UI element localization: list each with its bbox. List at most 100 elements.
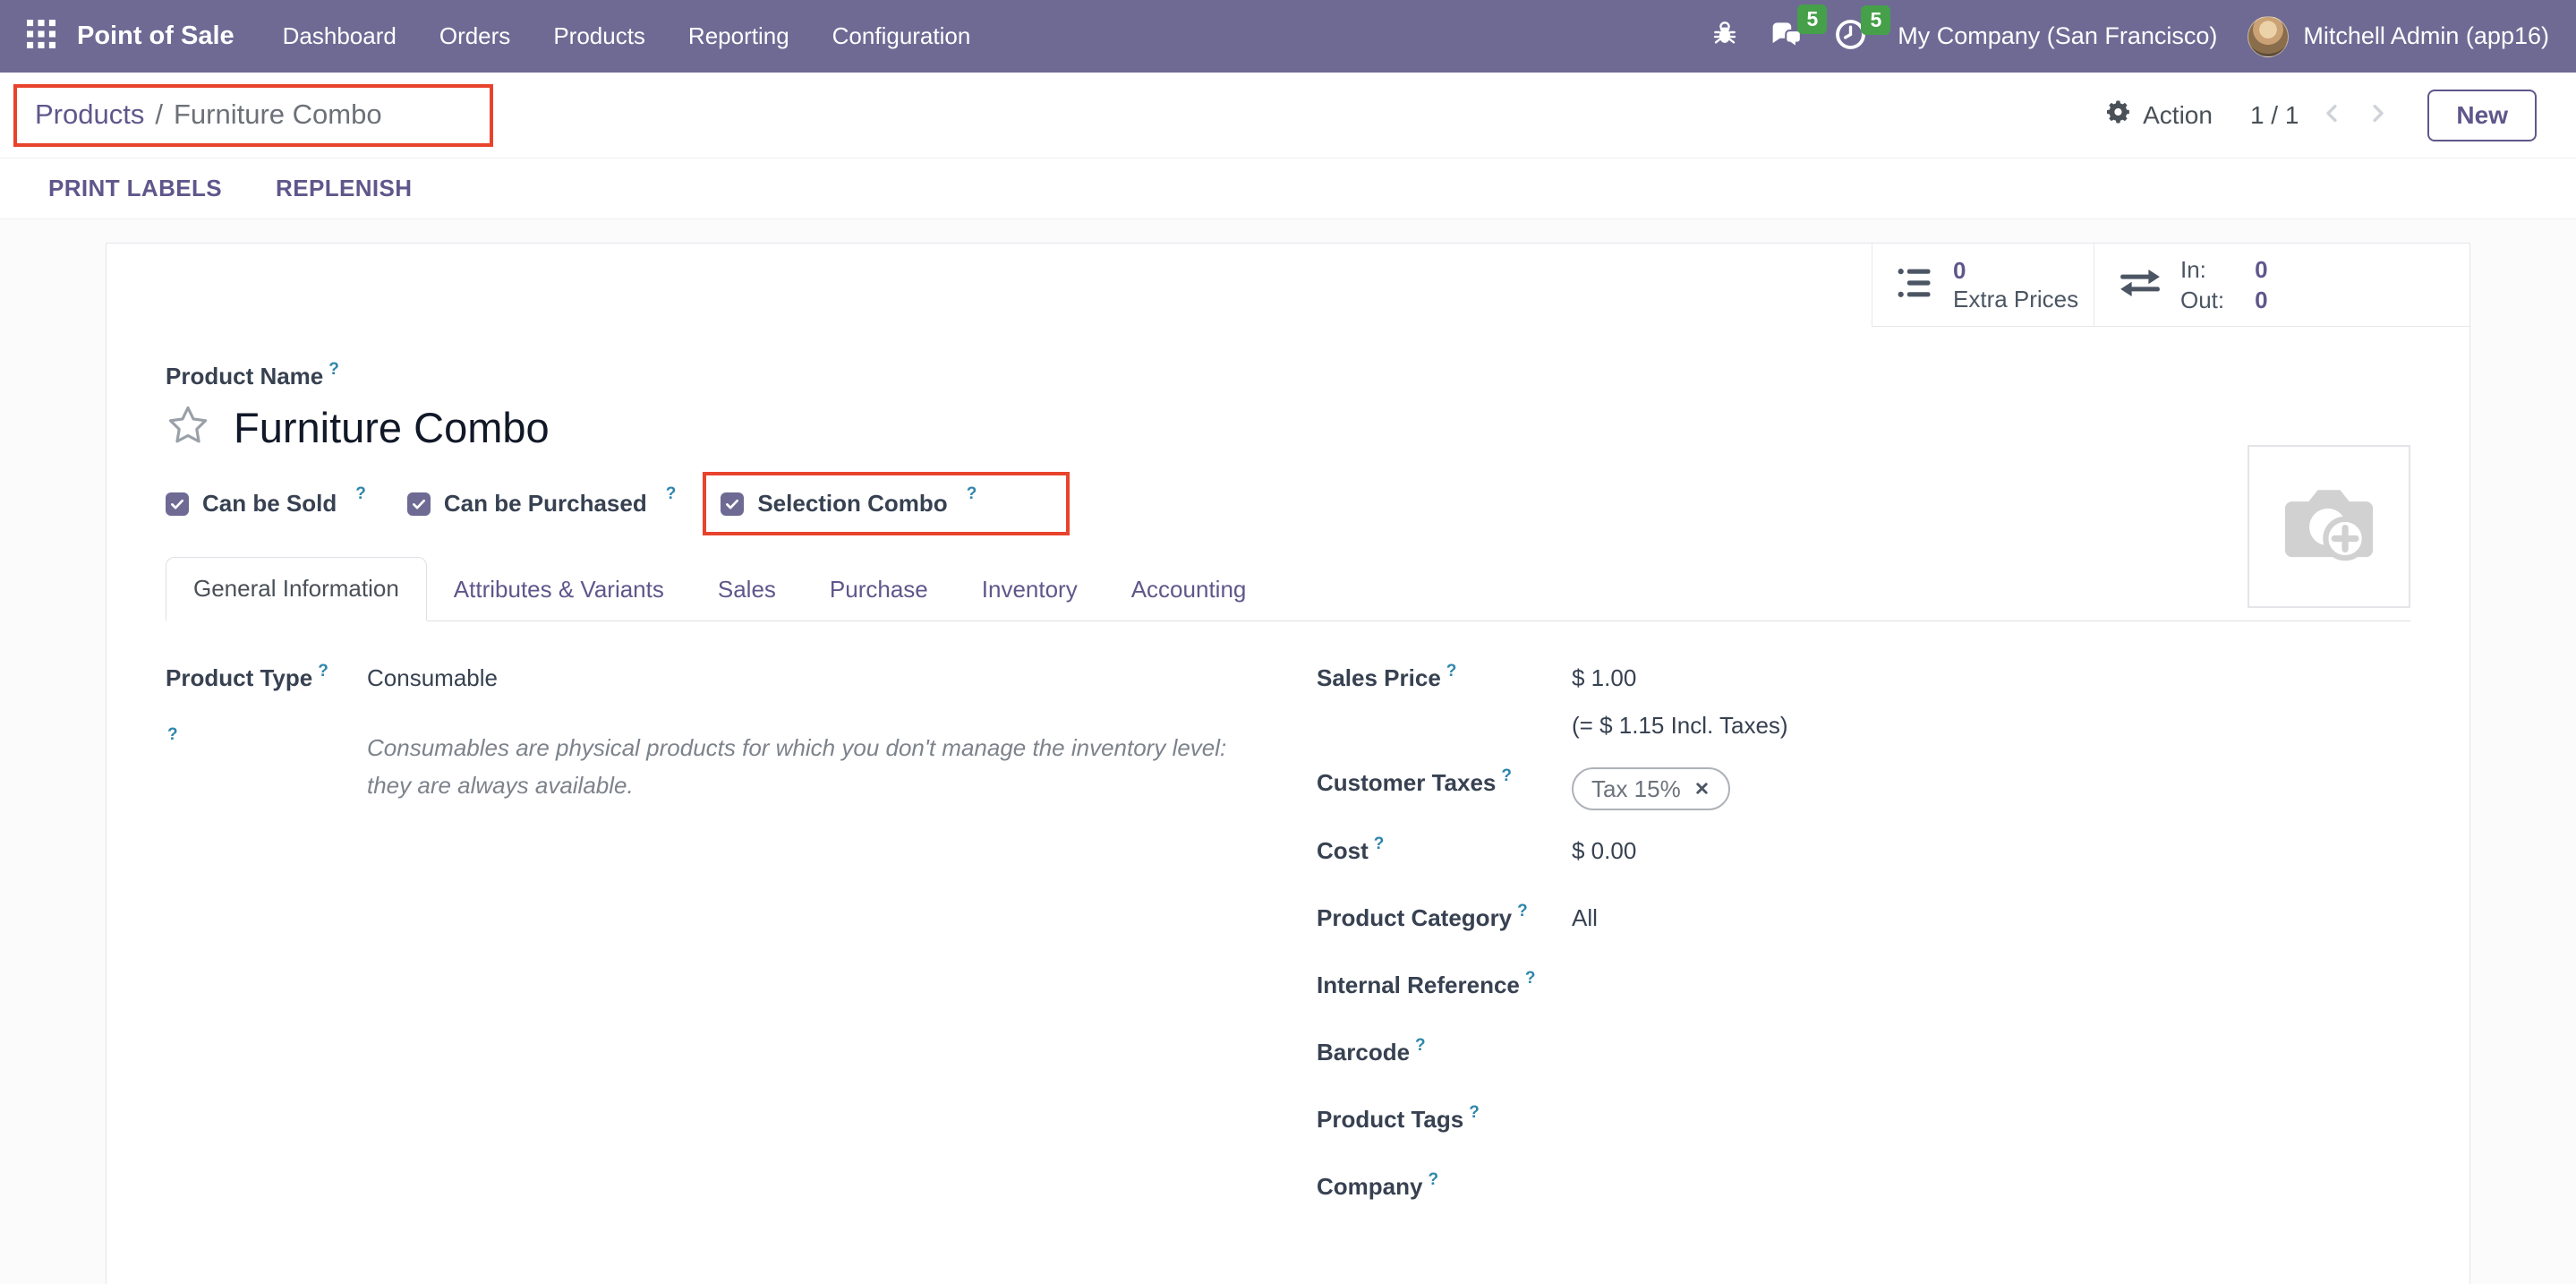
chevron-left-icon	[2320, 101, 2344, 130]
help-question-mark: ?	[318, 656, 328, 687]
tab-inventory[interactable]: Inventory	[955, 559, 1105, 621]
cost-value[interactable]: $ 0.00	[1572, 835, 1636, 866]
control-panel-right: Action 1 / 1 New	[2105, 90, 2537, 141]
tax-15-tag-label: Tax 15%	[1591, 774, 1681, 804]
extra-prices-stat-button[interactable]: 0 Extra Prices	[1872, 244, 2094, 327]
action-menu-button[interactable]: Action	[2105, 98, 2213, 132]
menu-configuration[interactable]: Configuration	[815, 10, 989, 63]
can-be-purchased-checkbox[interactable]: Can be Purchased?	[407, 490, 676, 518]
pager-count: 1 / 1	[2250, 101, 2299, 130]
product-name-value[interactable]: Furniture Combo	[234, 403, 550, 452]
gear-icon	[2105, 98, 2132, 132]
product-type-help-text: Consumables are physical products for wh…	[367, 730, 1235, 804]
product-category-value[interactable]: All	[1572, 903, 1598, 933]
user-menu[interactable]: Mitchell Admin (app16)	[2248, 16, 2549, 57]
checkbox-checked-icon	[721, 492, 744, 516]
messages-button[interactable]: 5	[1770, 17, 1804, 56]
camera-plus-icon	[2273, 469, 2384, 585]
notebook-tabs: General Information Attributes & Variant…	[166, 557, 2410, 621]
product-category-label: Product Category	[1317, 904, 1512, 931]
selection-combo-checkbox[interactable]: Selection Combo?	[721, 490, 977, 518]
annotation-box-selection-combo: Selection Combo?	[703, 472, 1070, 535]
can-be-sold-label: Can be Sold	[202, 490, 337, 518]
new-button[interactable]: New	[2427, 90, 2537, 141]
menu-reporting[interactable]: Reporting	[670, 10, 807, 63]
form-left-column: Product Type? Consumable ? Consumables a…	[166, 663, 1317, 1238]
pager-next-button[interactable]	[2366, 101, 2390, 130]
action-buttons-row: PRINT LABELS REPLENISH	[0, 158, 2576, 219]
control-panel: Products / Furniture Combo Action 1 / 1 …	[0, 73, 2576, 158]
help-question-mark: ?	[1428, 1165, 1438, 1195]
sales-price-label: Sales Price	[1317, 664, 1441, 691]
breadcrumb-products-link[interactable]: Products	[35, 98, 144, 131]
tab-general-information[interactable]: General Information	[166, 557, 427, 621]
remove-tag-button[interactable]	[1693, 774, 1710, 804]
debug-mode-button[interactable]	[1710, 20, 1739, 53]
tab-attributes-variants[interactable]: Attributes & Variants	[427, 559, 691, 621]
extra-prices-label: Extra Prices	[1953, 285, 2078, 314]
pager: 1 / 1	[2250, 101, 2390, 130]
messages-count-badge: 5	[1797, 4, 1827, 34]
sales-price-field: Sales Price? $ 1.00	[1317, 663, 2410, 698]
bug-icon	[1710, 20, 1739, 53]
form-right-column: Sales Price? $ 1.00 (= $ 1.15 Incl. Taxe…	[1317, 663, 2410, 1238]
customer-taxes-field: Customer Taxes? Tax 15%	[1317, 767, 2410, 810]
can-be-purchased-label: Can be Purchased	[444, 490, 647, 518]
annotation-box-breadcrumb: Products / Furniture Combo	[13, 84, 493, 147]
help-question-mark: ?	[1517, 896, 1528, 927]
cost-label: Cost	[1317, 837, 1369, 864]
breadcrumb-current: Furniture Combo	[174, 98, 382, 131]
in-value: 0	[2255, 255, 2267, 285]
help-question-mark: ?	[1415, 1031, 1426, 1061]
activities-button[interactable]: 5	[1834, 18, 1867, 56]
menu-dashboard[interactable]: Dashboard	[265, 10, 414, 63]
tab-purchase[interactable]: Purchase	[803, 559, 955, 621]
product-category-field: Product Category? All	[1317, 903, 2410, 937]
product-name-label: Product Name	[166, 363, 323, 389]
pager-previous-button[interactable]	[2320, 101, 2344, 130]
list-icon	[1896, 263, 1935, 307]
sales-price-value[interactable]: $ 1.00	[1572, 663, 1636, 693]
help-question-mark: ?	[1374, 829, 1385, 860]
apps-grid-icon	[27, 20, 55, 53]
help-question-mark: ?	[1469, 1098, 1480, 1128]
tab-accounting[interactable]: Accounting	[1105, 559, 1274, 621]
tab-sales[interactable]: Sales	[691, 559, 803, 621]
product-type-label: Product Type	[166, 664, 312, 691]
internal-reference-field: Internal Reference?	[1317, 970, 2410, 1005]
product-tags-field: Product Tags?	[1317, 1104, 2410, 1139]
company-switcher[interactable]: My Company (San Francisco)	[1898, 22, 2217, 50]
checkbox-checked-icon	[166, 492, 189, 516]
help-question-mark: ?	[1501, 761, 1512, 792]
in-out-stat-button[interactable]: In: 0 Out: 0	[2094, 244, 2469, 327]
stat-buttons-bar: 0 Extra Prices In: 0 Out: 0	[107, 244, 2469, 327]
apps-menu-button[interactable]	[21, 14, 61, 58]
product-image-placeholder[interactable]	[2248, 445, 2410, 608]
help-question-mark: ?	[328, 360, 339, 380]
favorite-star-button[interactable]	[166, 403, 210, 452]
tax-15-tag[interactable]: Tax 15%	[1572, 767, 1730, 810]
print-labels-button[interactable]: PRINT LABELS	[48, 175, 222, 202]
barcode-label: Barcode	[1317, 1039, 1410, 1066]
out-label: Out:	[2180, 286, 2224, 315]
company-label: Company	[1317, 1173, 1422, 1200]
replenish-button[interactable]: REPLENISH	[276, 175, 412, 202]
product-type-value[interactable]: Consumable	[367, 663, 498, 693]
internal-reference-label: Internal Reference	[1317, 972, 1520, 998]
checkbox-checked-icon	[407, 492, 431, 516]
product-type-help-row: ? Consumables are physical products for …	[166, 730, 1317, 804]
app-name[interactable]: Point of Sale	[77, 21, 235, 51]
user-name: Mitchell Admin (app16)	[2303, 22, 2549, 50]
menu-orders[interactable]: Orders	[422, 10, 528, 63]
sales-price-incl-taxes: (= $ 1.15 Incl. Taxes)	[1572, 710, 2410, 740]
product-name-field: Product Name?	[166, 363, 2410, 390]
product-tags-label: Product Tags	[1317, 1106, 1463, 1133]
general-information-panel: Product Type? Consumable ? Consumables a…	[166, 621, 2410, 1238]
user-avatar	[2248, 16, 2289, 57]
cost-field: Cost? $ 0.00	[1317, 835, 2410, 870]
in-label: In:	[2180, 255, 2224, 285]
product-flags-row: Can be Sold? Can be Purchased? Selection…	[166, 490, 2410, 518]
product-title-row: Furniture Combo	[166, 403, 2410, 452]
menu-products[interactable]: Products	[535, 10, 663, 63]
can-be-sold-checkbox[interactable]: Can be Sold?	[166, 490, 366, 518]
